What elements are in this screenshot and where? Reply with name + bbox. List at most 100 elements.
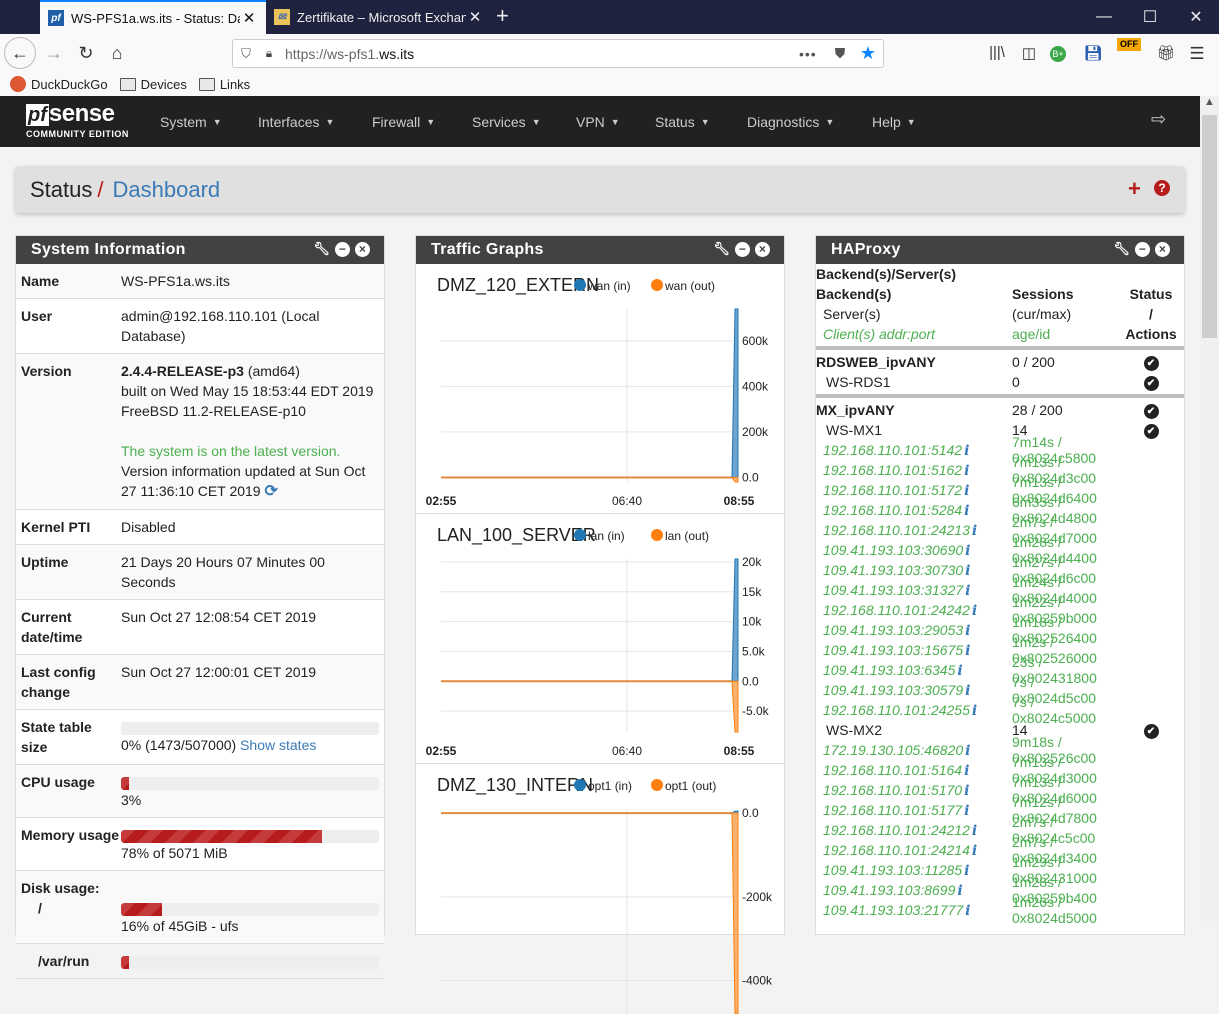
back-button[interactable]: ← — [4, 37, 36, 69]
info-icon[interactable]: i — [957, 883, 962, 899]
info-icon[interactable]: i — [964, 463, 969, 479]
check-circle-icon[interactable]: ✔ — [1143, 356, 1159, 371]
info-icon[interactable]: i — [972, 523, 977, 539]
bookmark-label: Links — [219, 76, 251, 92]
tab-title: Zertifikate – Microsoft Exchang — [297, 9, 466, 25]
save-extension-icon[interactable]: 💾︎ — [1082, 44, 1104, 62]
bookmark-links[interactable]: Links — [198, 76, 251, 92]
browser-tab-exchange[interactable]: ✉ Zertifikate – Microsoft Exchang ✕ — [266, 0, 492, 34]
minimize-window-icon[interactable]: — — [1081, 0, 1127, 34]
close-panel-icon[interactable]: × — [1155, 241, 1170, 257]
page-actions-icon[interactable]: ••• — [799, 46, 827, 62]
info-icon[interactable]: i — [964, 443, 969, 459]
wrench-icon[interactable]: 🔧︎ — [1113, 241, 1130, 257]
minimize-panel-icon[interactable]: − — [1135, 241, 1150, 257]
close-window-icon[interactable]: ✕ — [1173, 0, 1219, 34]
home-button[interactable]: ⌂ — [101, 37, 133, 69]
library-icon[interactable]: |||\ — [986, 44, 1008, 61]
menu-vpn[interactable]: VPN ▼ — [576, 96, 620, 147]
info-icon[interactable]: i — [964, 503, 969, 519]
info-icon[interactable]: i — [957, 663, 962, 679]
url-text[interactable]: https://ws-pfs1.ws.its — [279, 46, 799, 62]
check-circle-icon[interactable]: ✔ — [1143, 724, 1159, 739]
header-row: Server(s) (cur/max) / — [816, 304, 1184, 324]
reload-icon: ↻ — [78, 42, 94, 63]
menu-label: System — [160, 113, 207, 130]
help-icon[interactable]: ? — [1154, 180, 1170, 196]
check-circle-icon[interactable]: ✔ — [1143, 424, 1159, 439]
reload-button[interactable]: ↻ — [70, 37, 102, 69]
bplus-extension-icon[interactable]: B+ — [1050, 46, 1066, 62]
info-icon[interactable]: i — [965, 563, 970, 579]
check-circle-icon[interactable]: ✔ — [1143, 376, 1159, 391]
close-panel-icon[interactable]: × — [755, 241, 770, 257]
refresh-icon[interactable]: ⟳ — [264, 483, 277, 500]
col-backend: Backend(s) — [816, 286, 892, 302]
off-badge[interactable]: OFF — [1117, 38, 1141, 51]
menu-firewall[interactable]: Firewall ▼ — [372, 96, 435, 147]
show-states-link[interactable]: Show states — [240, 737, 316, 753]
info-icon[interactable]: i — [965, 583, 970, 599]
lock-icon[interactable]: 🔒︎ — [259, 46, 279, 61]
haproxy-panel: HAProxy 🔧︎ − × Backend(s)/Server(s) Back… — [815, 235, 1185, 935]
page-scrollbar[interactable]: ▲ — [1200, 96, 1219, 921]
client-row-name: 109.41.193.103:29053 i — [823, 621, 971, 639]
close-tab-icon[interactable]: ✕ — [466, 8, 484, 26]
pfsense-logo[interactable]: pfsense COMMUNITY EDITION — [26, 102, 129, 139]
info-icon[interactable]: i — [964, 783, 969, 799]
bookmark-duckduckgo[interactable]: DuckDuckGo — [10, 76, 108, 92]
wrench-icon[interactable]: 🔧︎ — [713, 241, 730, 257]
minimize-panel-icon[interactable]: − — [735, 241, 750, 257]
arrow-left-icon: ← — [11, 42, 29, 63]
bookmark-star-icon[interactable]: ★ — [853, 43, 883, 64]
minimize-panel-icon[interactable]: − — [335, 241, 350, 257]
scroll-up-icon[interactable]: ▲ — [1200, 96, 1219, 114]
logout-icon[interactable]: ⇨ — [1151, 109, 1166, 130]
info-icon[interactable]: i — [965, 543, 970, 559]
info-icon[interactable]: i — [972, 603, 977, 619]
menu-label: Help — [872, 113, 901, 130]
menu-help[interactable]: Help ▼ — [872, 96, 916, 147]
series-out-area — [731, 680, 739, 733]
menu-interfaces[interactable]: Interfaces ▼ — [258, 96, 334, 147]
client-row-name: 192.168.110.101:24212 i — [823, 821, 978, 839]
client-row-name: 109.41.193.103:30690 i — [823, 541, 971, 559]
menu-diagnostics[interactable]: Diagnostics ▼ — [747, 96, 834, 147]
menu-system[interactable]: System ▼ — [160, 96, 222, 147]
hamburger-menu-icon[interactable]: ☰ — [1186, 44, 1208, 64]
info-icon[interactable]: i — [965, 643, 970, 659]
info-icon[interactable]: i — [972, 823, 977, 839]
info-icon[interactable]: i — [964, 483, 969, 499]
new-tab-button[interactable]: + — [496, 4, 509, 28]
address-bar[interactable]: ⛉ 🔒︎ https://ws-pfs1.ws.its ••• ⛊ ★ — [232, 39, 884, 68]
info-icon[interactable]: i — [964, 863, 969, 879]
label: Uptime — [21, 554, 69, 570]
scrollbar-thumb[interactable] — [1202, 115, 1217, 338]
info-icon[interactable]: i — [972, 703, 977, 719]
info-icon[interactable]: i — [972, 843, 977, 859]
close-panel-icon[interactable]: × — [355, 241, 370, 257]
wrench-icon[interactable]: 🔧︎ — [313, 241, 330, 257]
server-row: WS-MX2 14 ✔ — [816, 720, 1184, 740]
pocket-icon[interactable]: ⛊ — [827, 45, 853, 62]
info-icon[interactable]: i — [965, 683, 970, 699]
info-icon[interactable]: i — [965, 743, 970, 759]
menu-services[interactable]: Services ▼ — [472, 96, 541, 147]
gift-icon[interactable]: 🎁︎ — [1155, 44, 1177, 62]
browser-tab-pfsense[interactable]: pf WS-PFS1a.ws.its - Status: Dashb ✕ — [40, 0, 266, 34]
info-icon[interactable]: i — [965, 623, 970, 639]
add-widget-icon[interactable]: + — [1128, 176, 1141, 202]
shield-icon[interactable]: ⛉ — [233, 46, 259, 62]
bookmark-devices[interactable]: Devices — [119, 77, 187, 92]
sidebar-icon[interactable]: ◫ — [1018, 44, 1040, 62]
close-tab-icon[interactable]: ✕ — [240, 9, 258, 27]
check-circle-icon[interactable]: ✔ — [1143, 404, 1159, 419]
maximize-window-icon[interactable]: ☐ — [1127, 0, 1173, 34]
label: CPU usage — [21, 774, 95, 790]
info-icon[interactable]: i — [965, 903, 970, 919]
info-icon[interactable]: i — [964, 763, 969, 779]
forward-button[interactable]: → — [38, 37, 70, 69]
info-icon[interactable]: i — [964, 803, 969, 819]
menu-status[interactable]: Status ▼ — [655, 96, 710, 147]
breadcrumb-current[interactable]: Dashboard — [113, 177, 221, 203]
